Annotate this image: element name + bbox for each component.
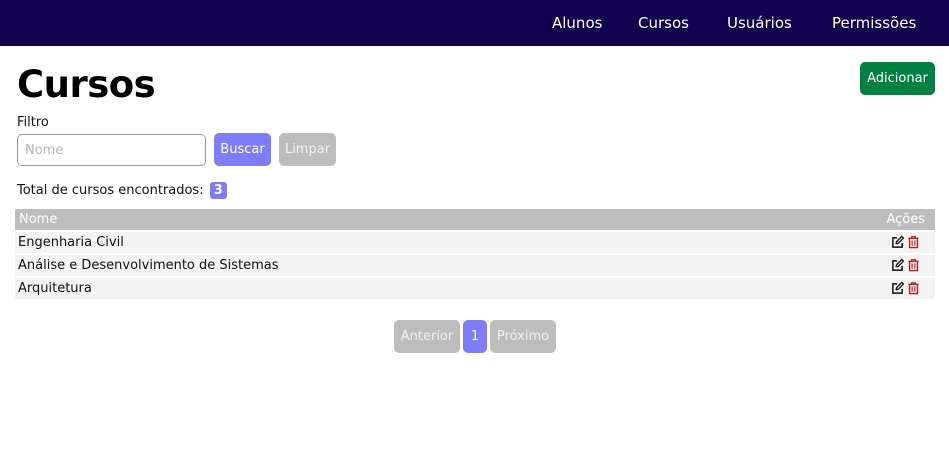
table-header: Nome Ações [15,209,935,230]
table-row: Análise e Desenvolvimento de Sistemas [15,255,935,276]
clear-button[interactable]: Limpar [279,133,336,166]
page-title: Cursos [17,63,156,106]
column-header-name: Nome [19,212,58,227]
course-name: Análise e Desenvolvimento de Sistemas [18,258,279,273]
nav-link-alunos[interactable]: Alunos [552,13,602,33]
nav-link-permissoes[interactable]: Permissões [832,13,916,33]
nav-link-cursos[interactable]: Cursos [638,13,689,33]
search-input[interactable] [17,134,206,166]
trash-icon[interactable] [907,281,920,295]
row-actions [891,281,920,296]
pagination-page-button[interactable]: 1 [463,320,487,353]
course-name: Arquitetura [18,281,92,296]
filter-label: Filtro [17,115,49,130]
search-button[interactable]: Buscar [214,133,271,166]
edit-icon[interactable] [891,235,904,249]
table-row: Arquitetura [15,278,935,299]
row-actions [891,258,920,273]
edit-icon[interactable] [891,258,904,272]
trash-icon[interactable] [907,235,920,249]
trash-icon[interactable] [907,258,920,272]
pagination-previous-button[interactable]: Anterior [394,320,460,353]
count-badge: 3 [209,182,227,199]
table-row: Engenharia Civil [15,232,935,253]
pagination-next-button[interactable]: Próximo [490,320,556,353]
total-count-text: Total de cursos encontrados: 3 [17,182,227,200]
column-header-actions: Ações [886,212,925,227]
nav-link-usuarios[interactable]: Usuários [727,13,792,33]
top-navbar: Alunos Cursos Usuários Permissões [0,0,949,46]
row-actions [891,235,920,250]
total-label: Total de cursos encontrados: [17,183,204,198]
add-course-button[interactable]: Adicionar [860,62,935,95]
course-name: Engenharia Civil [18,235,124,250]
courses-table: Nome Ações Engenharia Civil Análise e De… [15,209,935,299]
edit-icon[interactable] [891,281,904,295]
